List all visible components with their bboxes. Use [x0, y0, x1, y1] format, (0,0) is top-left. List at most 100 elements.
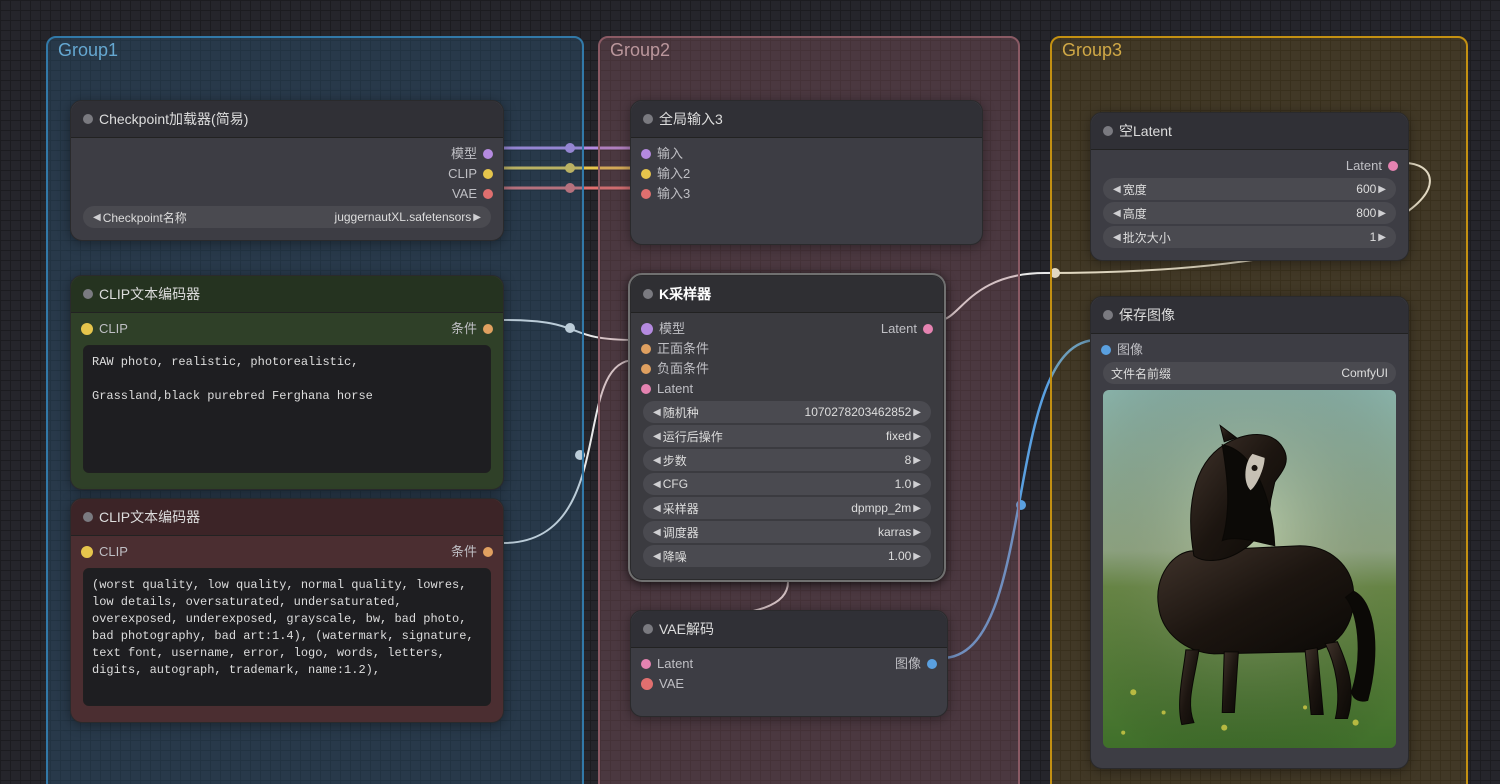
param-label: 宽度 — [1123, 181, 1357, 198]
port-image[interactable]: 图像 — [1091, 340, 1408, 360]
output-image-preview[interactable] — [1103, 390, 1396, 748]
chevron-right-icon[interactable]: ▶ — [911, 503, 923, 514]
port-positive[interactable]: 正面条件 — [631, 339, 719, 359]
node-save-image[interactable]: 保存图像 图像 文件名前缀 ComfyUI — [1090, 296, 1409, 769]
prompt-input[interactable]: (worst quality, low quality, normal qual… — [83, 568, 491, 706]
param-label: Checkpoint名称 — [103, 209, 335, 226]
node-empty-latent[interactable]: 空Latent Latent ◀ 宽度 600 ▶ ◀ 高度 800 ▶ ◀ 批… — [1090, 112, 1409, 261]
param-scheduler[interactable]: ◀ 调度器 karras ▶ — [643, 521, 931, 543]
collapse-dot-icon[interactable] — [83, 289, 93, 299]
param-checkpoint-name[interactable]: ◀ Checkpoint名称 juggernautXL.safetensors … — [83, 206, 491, 228]
chevron-right-icon[interactable]: ▶ — [471, 212, 483, 223]
port-vae[interactable]: VAE — [442, 184, 503, 204]
port-model[interactable]: 模型 — [631, 319, 719, 339]
param-value: 1070278203462852 — [805, 405, 912, 419]
port-input-1[interactable]: 输入 — [631, 144, 982, 164]
node-clip-text-encode-positive[interactable]: CLIP文本编码器 CLIP 条件 RAW photo, realistic, … — [70, 275, 504, 490]
param-filename-prefix[interactable]: 文件名前缀 ComfyUI — [1103, 362, 1396, 384]
param-label: 运行后操作 — [663, 428, 886, 445]
port-latent[interactable]: Latent — [631, 654, 703, 674]
port-vae[interactable]: VAE — [631, 674, 703, 694]
collapse-dot-icon[interactable] — [1103, 126, 1113, 136]
collapse-dot-icon[interactable] — [1103, 310, 1113, 320]
port-label: 输入 — [657, 144, 683, 164]
prompt-input[interactable]: RAW photo, realistic, photorealistic, Gr… — [83, 345, 491, 473]
param-label: CFG — [663, 477, 895, 491]
param-cfg[interactable]: ◀ CFG 1.0 ▶ — [643, 473, 931, 495]
canvas[interactable]: Group1 Group2 Group3 Checkpoint加载器(简易) 模… — [0, 0, 1500, 784]
node-title: CLIP文本编码器 — [99, 284, 200, 304]
port-clip[interactable]: CLIP — [71, 319, 138, 339]
node-clip-text-encode-negative[interactable]: CLIP文本编码器 CLIP 条件 (worst quality, low qu… — [70, 498, 504, 723]
port-dot-icon — [641, 169, 651, 179]
param-seed[interactable]: ◀ 随机种 1070278203462852 ▶ — [643, 401, 931, 423]
port-dot-icon — [641, 384, 651, 394]
chevron-right-icon[interactable]: ▶ — [1376, 232, 1388, 243]
node-vae-decode[interactable]: VAE解码 Latent VAE 图像 — [630, 610, 948, 717]
collapse-dot-icon[interactable] — [643, 624, 653, 634]
chevron-left-icon[interactable]: ◀ — [651, 455, 663, 466]
chevron-right-icon[interactable]: ▶ — [911, 527, 923, 538]
port-conditioning[interactable]: 条件 — [441, 319, 503, 339]
port-dot-icon — [483, 324, 493, 334]
param-label: 高度 — [1123, 205, 1357, 222]
port-input-3[interactable]: 输入3 — [631, 184, 982, 204]
chevron-right-icon[interactable]: ▶ — [911, 455, 923, 466]
port-input-2[interactable]: 输入2 — [631, 164, 982, 184]
port-dot-icon — [483, 169, 493, 179]
port-latent[interactable]: Latent — [631, 379, 719, 399]
port-latent[interactable]: Latent — [1091, 156, 1408, 176]
param-denoise[interactable]: ◀ 降噪 1.00 ▶ — [643, 545, 931, 567]
port-image[interactable]: 图像 — [885, 654, 947, 674]
port-dot-icon — [1388, 161, 1398, 171]
chevron-left-icon[interactable]: ◀ — [651, 503, 663, 514]
port-label: CLIP — [448, 164, 477, 184]
param-steps[interactable]: ◀ 步数 8 ▶ — [643, 449, 931, 471]
chevron-left-icon[interactable]: ◀ — [651, 527, 663, 538]
node-title: 保存图像 — [1119, 305, 1175, 325]
collapse-dot-icon[interactable] — [643, 289, 653, 299]
collapse-dot-icon[interactable] — [83, 512, 93, 522]
port-clip[interactable]: CLIP — [438, 164, 503, 184]
node-title: 空Latent — [1119, 121, 1172, 141]
port-dot-icon — [483, 547, 493, 557]
chevron-left-icon[interactable]: ◀ — [91, 212, 103, 223]
port-conditioning[interactable]: 条件 — [441, 542, 503, 562]
collapse-dot-icon[interactable] — [643, 114, 653, 124]
chevron-left-icon[interactable]: ◀ — [651, 479, 663, 490]
chevron-left-icon[interactable]: ◀ — [1111, 184, 1123, 195]
chevron-right-icon[interactable]: ▶ — [1376, 184, 1388, 195]
port-ring-icon — [641, 678, 653, 690]
param-sampler[interactable]: ◀ 采样器 dpmpp_2m ▶ — [643, 497, 931, 519]
node-checkpoint-loader[interactable]: Checkpoint加载器(简易) 模型 CLIP VAE ◀ — [70, 100, 504, 241]
param-label: 文件名前缀 — [1111, 365, 1341, 382]
collapse-dot-icon[interactable] — [83, 114, 93, 124]
chevron-left-icon[interactable]: ◀ — [651, 431, 663, 442]
port-negative[interactable]: 负面条件 — [631, 359, 719, 379]
node-global-input-3[interactable]: 全局输入3 输入 输入2 输入3 — [630, 100, 983, 245]
node-ksampler[interactable]: K采样器 模型 正面条件 负面条件 Latent — [630, 275, 944, 580]
param-value: karras — [878, 525, 911, 539]
port-clip[interactable]: CLIP — [71, 542, 138, 562]
param-after-gen[interactable]: ◀ 运行后操作 fixed ▶ — [643, 425, 931, 447]
port-label: 模型 — [451, 144, 477, 164]
param-value: 1.00 — [888, 549, 911, 563]
chevron-right-icon[interactable]: ▶ — [1376, 208, 1388, 219]
chevron-right-icon[interactable]: ▶ — [911, 551, 923, 562]
param-width[interactable]: ◀ 宽度 600 ▶ — [1103, 178, 1396, 200]
port-label: Latent — [657, 654, 693, 674]
chevron-left-icon[interactable]: ◀ — [1111, 208, 1123, 219]
chevron-right-icon[interactable]: ▶ — [911, 407, 923, 418]
port-dot-icon — [641, 149, 651, 159]
chevron-left-icon[interactable]: ◀ — [651, 407, 663, 418]
param-label: 调度器 — [663, 524, 878, 541]
chevron-left-icon[interactable]: ◀ — [1111, 232, 1123, 243]
chevron-left-icon[interactable]: ◀ — [651, 551, 663, 562]
param-label: 随机种 — [663, 404, 805, 421]
param-batch[interactable]: ◀ 批次大小 1 ▶ — [1103, 226, 1396, 248]
param-height[interactable]: ◀ 高度 800 ▶ — [1103, 202, 1396, 224]
port-model[interactable]: 模型 — [441, 144, 503, 164]
chevron-right-icon[interactable]: ▶ — [911, 479, 923, 490]
port-latent-out[interactable]: Latent — [871, 319, 943, 339]
chevron-right-icon[interactable]: ▶ — [911, 431, 923, 442]
